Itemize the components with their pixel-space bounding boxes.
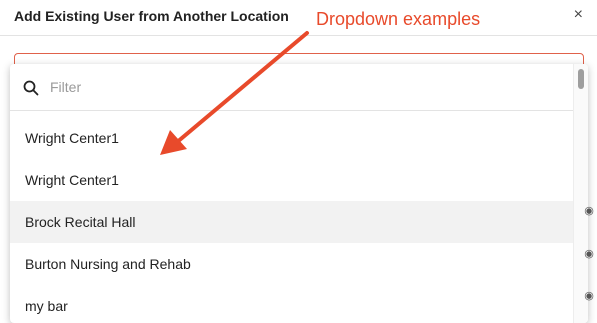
eye-icon: ◉ [584, 248, 594, 260]
dropdown-option[interactable]: Wright Center1 [10, 117, 573, 159]
dropdown-option[interactable]: Wright Center1 [10, 159, 573, 201]
annotation-label: Dropdown examples [316, 9, 481, 29]
location-dropdown: Wright Center1 Wright Center1 Brock Reci… [10, 64, 588, 323]
filter-row [10, 64, 573, 111]
eye-icon: ◉ [584, 205, 594, 217]
eye-icon: ◉ [584, 290, 594, 302]
dropdown-option-highlighted[interactable]: Brock Recital Hall [10, 201, 573, 243]
search-icon [23, 80, 39, 96]
dropdown-option[interactable]: my bar [10, 285, 573, 323]
dropdown-scrollbar[interactable] [573, 64, 588, 323]
add-user-modal: Add Existing User from Another Location … [0, 0, 597, 323]
modal-title: Add Existing User from Another Location [14, 8, 289, 24]
close-icon[interactable]: × [574, 7, 583, 23]
dropdown-option[interactable]: Burton Nursing and Rehab [10, 243, 573, 285]
options-list: Wright Center1 Wright Center1 Brock Reci… [10, 117, 573, 323]
modal-header: Add Existing User from Another Location … [0, 0, 597, 36]
scrollbar-thumb[interactable] [578, 69, 584, 89]
filter-input[interactable] [50, 76, 450, 98]
